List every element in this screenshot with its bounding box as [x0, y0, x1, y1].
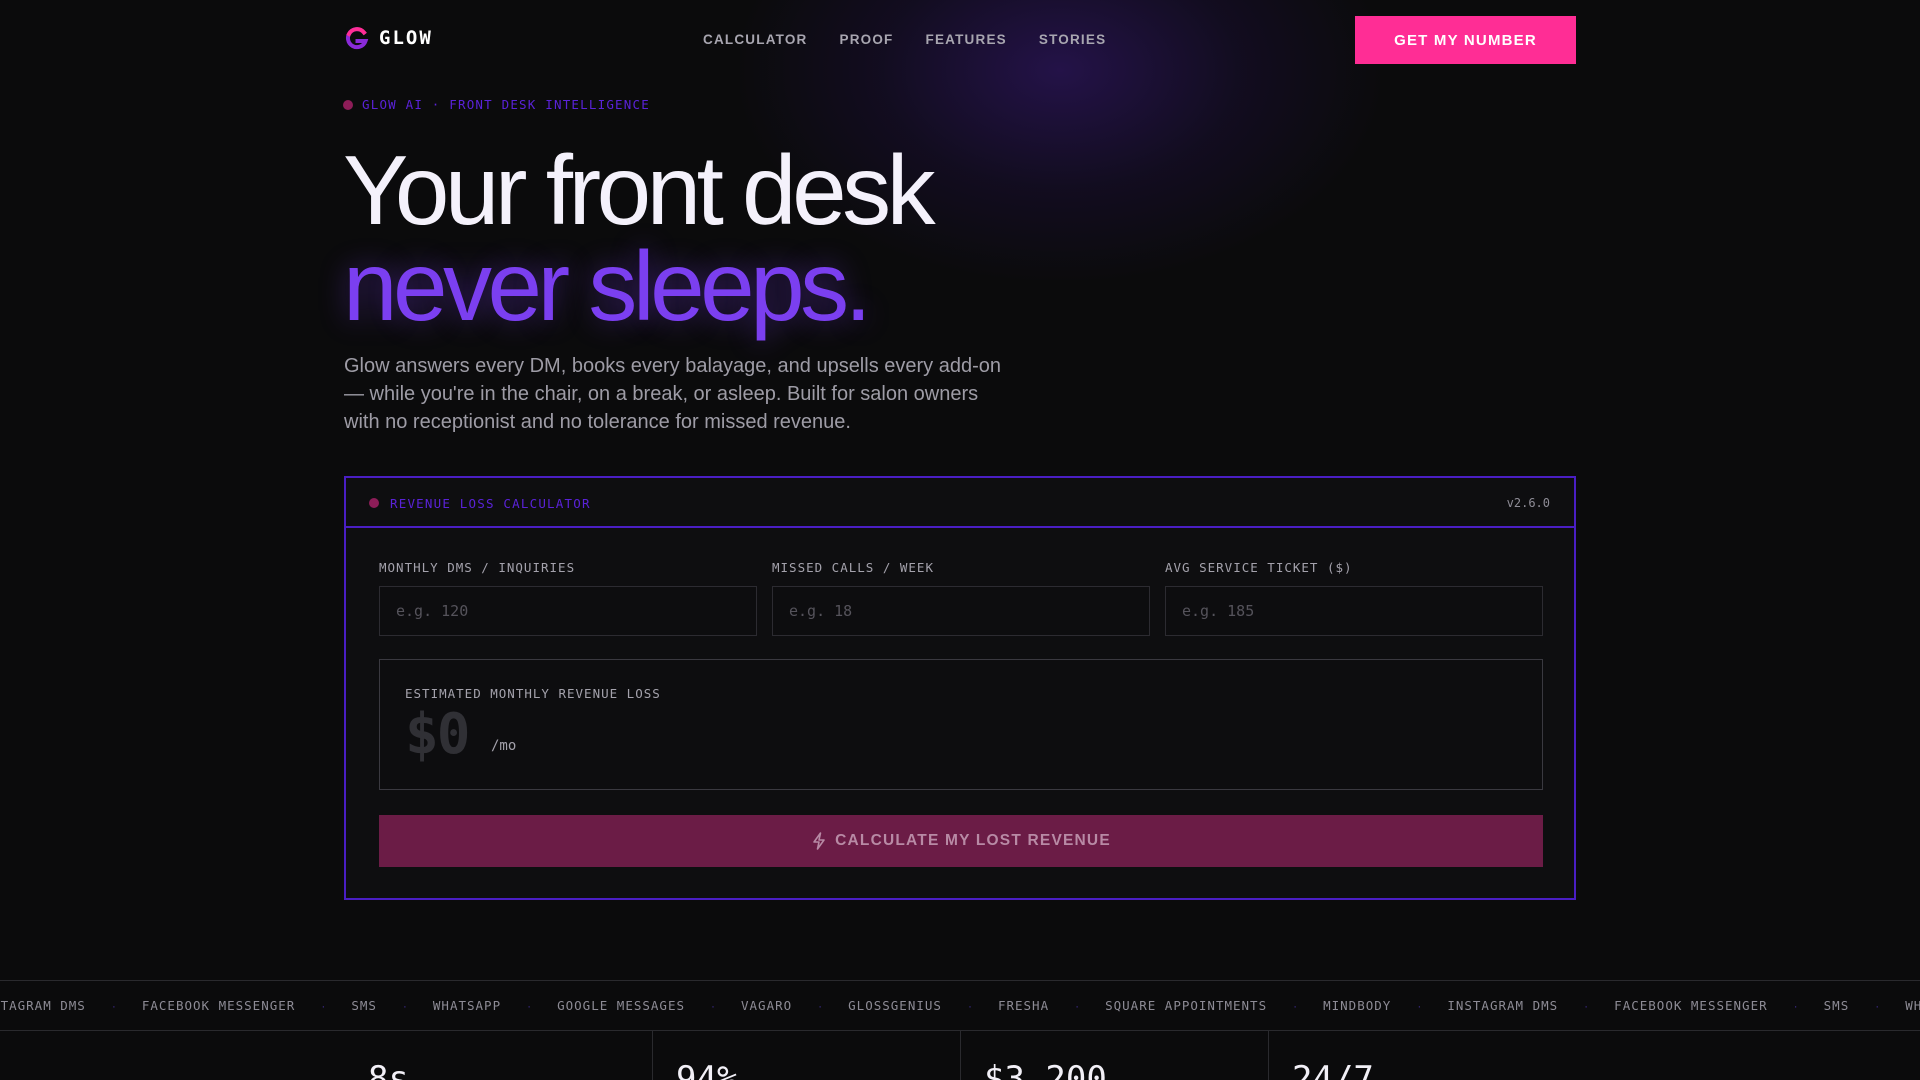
ticker-separator: ·: [1875, 998, 1880, 1013]
ticker-item: WHATSAPP: [1905, 998, 1920, 1013]
ticker-separator: ·: [967, 998, 972, 1013]
status-dot-icon: [343, 99, 353, 110]
missed-calls-label: MISSED CALLS / WEEK: [772, 560, 934, 575]
eyebrow-text: GLOW AI · FRONT DESK INTELLIGENCE: [362, 97, 650, 112]
hero-headline: Your front desk never sleeps.: [343, 135, 936, 341]
ticker-separator: ·: [711, 998, 715, 1013]
ticker-item: SQUARE APPOINTMENTS: [1105, 998, 1268, 1013]
ticker-separator: ·: [1075, 998, 1080, 1013]
stat-value-percentage: 94%: [676, 1059, 738, 1080]
avg-ticket-label: AVG SERVICE TICKET ($): [1165, 560, 1353, 575]
brand-logo[interactable]: GLOW: [345, 26, 433, 50]
status-dot-icon: [369, 498, 379, 508]
top-navigation: GLOW CALCULATOR PROOF FEATURES STORIES G…: [0, 0, 1920, 80]
get-my-number-button[interactable]: GET MY NUMBER: [1355, 16, 1576, 64]
ticker-separator: ·: [527, 998, 532, 1013]
ticker-separator: ·: [818, 998, 823, 1013]
monthly-dms-field: MONTHLY DMS / INQUIRIES: [379, 560, 757, 636]
avg-ticket-field: AVG SERVICE TICKET ($): [1165, 560, 1543, 636]
nav-links: CALCULATOR PROOF FEATURES STORIES: [703, 32, 1106, 47]
monthly-dms-input[interactable]: [379, 586, 757, 636]
calculator-header: REVENUE LOSS CALCULATOR v2.6.0: [346, 478, 1574, 528]
calculate-lost-revenue-button[interactable]: CALCULATE MY LOST REVENUE: [379, 815, 1543, 867]
ticker-item: GLOSSGENIUS: [848, 998, 942, 1013]
ticker-item: FACEBOOK MESSENGER: [141, 998, 296, 1013]
revenue-loss-result: ESTIMATED MONTHLY REVENUE LOSS $0 /mo: [379, 659, 1543, 790]
ticker-item: VAGARO: [741, 998, 793, 1013]
ticker-item: MINDBODY: [1323, 998, 1392, 1013]
stat-value-availability: 24/7: [1292, 1059, 1374, 1080]
ticker-separator: ·: [402, 998, 407, 1013]
result-unit: /mo: [491, 738, 517, 754]
calculator-title: REVENUE LOSS CALCULATOR: [390, 496, 591, 511]
stats-row: 8s 94% $3,200 24/7: [0, 1031, 1920, 1080]
headline-line-2: never sleeps.: [343, 231, 872, 341]
nav-link-calculator[interactable]: CALCULATOR: [703, 32, 808, 47]
hero-subtitle: Glow answers every DM, books every balay…: [344, 355, 1001, 433]
result-label: ESTIMATED MONTHLY REVENUE LOSS: [405, 686, 661, 701]
ticker-item: SMS: [351, 998, 377, 1013]
missed-calls-field: MISSED CALLS / WEEK: [772, 560, 1150, 636]
result-value: $0: [405, 702, 470, 767]
nav-link-proof[interactable]: PROOF: [840, 32, 894, 47]
ticker-separator: ·: [1417, 998, 1422, 1013]
stat-value-revenue: $3,200: [984, 1059, 1107, 1080]
stat-divider: [1268, 1031, 1269, 1080]
ticker-item: WHATSAPP: [432, 998, 502, 1013]
ticker-separator: ·: [1293, 998, 1298, 1013]
revenue-loss-calculator: REVENUE LOSS CALCULATOR v2.6.0 MONTHLY D…: [344, 476, 1576, 900]
stat-divider: [652, 1031, 653, 1080]
ticker-item: FACEBOOK MESSENGER: [1614, 998, 1768, 1013]
ticker-separator: ·: [111, 998, 116, 1013]
ticker-track: INSTAGRAM DMS · FACEBOOK MESSENGER · SMS · WHA…: [0, 981, 1920, 1030]
nav-link-stories[interactable]: STORIES: [1039, 32, 1106, 47]
calculator-version: v2.6.0: [1506, 496, 1550, 510]
nav-link-features[interactable]: FEATURES: [926, 32, 1007, 47]
ticker-item: GOOGLE MESSAGES: [557, 998, 685, 1013]
monthly-dms-label: MONTHLY DMS / INQUIRIES: [379, 560, 576, 575]
headline-line-1: Your front desk: [343, 135, 936, 245]
calculate-button-label: CALCULATE MY LOST REVENUE: [835, 832, 1111, 849]
stat-value-response-time: 8s: [368, 1059, 409, 1080]
avg-ticket-input[interactable]: [1165, 586, 1543, 636]
stat-divider: [960, 1031, 961, 1080]
hero-eyebrow: GLOW AI · FRONT DESK INTELLIGENCE: [343, 97, 650, 112]
ticker-item: INSTAGRAM DMS: [0, 998, 86, 1013]
lightning-bolt-icon: [813, 832, 825, 850]
ticker-item: SMS: [1823, 998, 1850, 1013]
missed-calls-input[interactable]: [772, 586, 1150, 636]
brand-name: GLOW: [379, 27, 433, 49]
ticker-separator: ·: [321, 998, 326, 1013]
ticker-separator: ·: [1793, 998, 1798, 1013]
ticker-separator: ·: [1584, 998, 1589, 1013]
glow-logo-icon: [346, 27, 369, 50]
ticker-item: FRESHA: [997, 998, 1050, 1013]
integrations-ticker: INSTAGRAM DMS · FACEBOOK MESSENGER · SMS · WHA…: [0, 980, 1920, 1031]
ticker-item: INSTAGRAM DMS: [1447, 998, 1559, 1013]
